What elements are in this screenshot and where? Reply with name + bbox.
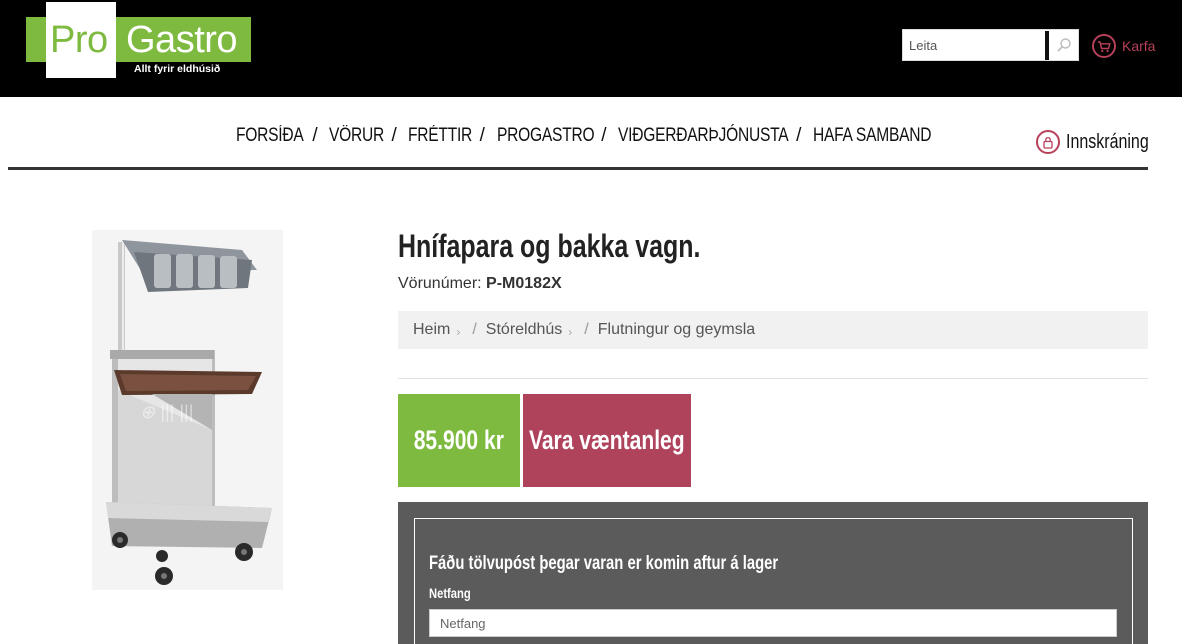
nav-separator: /	[312, 125, 318, 146]
nav-separator: /	[391, 125, 397, 146]
availability-button[interactable]: Vara væntanleg	[523, 394, 691, 487]
cart-link[interactable]: Karfa	[1092, 33, 1155, 59]
logo-gastro-text: Gastro	[126, 19, 238, 61]
nav-item-vorur[interactable]: VÖRUR	[329, 125, 384, 147]
svg-text:⊕ ||| |||: ⊕ ||| |||	[140, 402, 193, 422]
login-label: Innskráning	[1066, 130, 1149, 153]
product-image[interactable]: ⊕ ||| |||	[92, 230, 283, 590]
chevron-right-icon: ›	[456, 325, 461, 339]
logo-pro-text: Pro	[50, 19, 108, 61]
divider	[398, 378, 1148, 379]
site-header: Pro Gastro Allt fyrir eldhúsið Karfa	[0, 0, 1182, 97]
search-box	[902, 29, 1079, 61]
search-button[interactable]	[1049, 30, 1079, 60]
breadcrumb-separator: /	[584, 321, 589, 338]
breadcrumb-item-heim[interactable]: Heim	[413, 321, 450, 339]
nav-separator: /	[479, 125, 485, 146]
nav-item-progastro[interactable]: PROGASTRO	[497, 125, 595, 147]
chevron-right-icon: ›	[568, 325, 573, 339]
main-nav: FORSÍÐA / VÖRUR / FRÉTTIR / PROGASTRO / …	[8, 97, 1149, 170]
sku-value: P-M0182X	[486, 275, 562, 292]
price-badge: 85.900 kr	[398, 394, 520, 487]
search-icon	[1057, 38, 1071, 52]
product-sku: Vörunúmer: P-M0182X	[398, 275, 562, 293]
breadcrumb: Heim › / Stóreldhús › / Flutningur og ge…	[398, 311, 1148, 349]
nav-item-frettir[interactable]: FRÉTTIR	[408, 125, 472, 147]
email-label: Netfang	[429, 585, 471, 601]
breadcrumb-item-storeldhus[interactable]: Stóreldhús	[486, 321, 563, 339]
progastro-logo[interactable]: Pro Gastro Allt fyrir eldhúsið	[26, 2, 252, 78]
notify-heading: Fáðu tölvupóst þegar varan er komin aftu…	[429, 553, 779, 574]
trolley-image: ⊕ ||| |||	[92, 230, 283, 590]
cart-icon	[1092, 34, 1116, 58]
breadcrumb-separator: /	[472, 321, 477, 338]
price-text: 85.900 kr	[413, 425, 505, 455]
nav-separator: /	[601, 125, 607, 146]
restock-notify-panel: Fáðu tölvupóst þegar varan er komin aftu…	[398, 502, 1148, 644]
product-title: Hnífapara og bakka vagn.	[398, 228, 701, 264]
nav-menu: FORSÍÐA / VÖRUR / FRÉTTIR / PROGASTRO / …	[236, 125, 957, 147]
nav-item-forsida[interactable]: FORSÍÐA	[236, 125, 304, 147]
cart-label: Karfa	[1122, 38, 1156, 54]
login-link[interactable]: Innskráning	[1036, 130, 1169, 154]
availability-text: Vara væntanleg	[529, 425, 685, 455]
nav-item-vidgerdarthjonusta[interactable]: VIÐGERÐARÞJÓNUSTA	[618, 125, 789, 147]
search-input[interactable]	[903, 30, 1045, 60]
restock-notify-form: Fáðu tölvupóst þegar varan er komin aftu…	[414, 518, 1133, 644]
email-field[interactable]	[429, 609, 1117, 637]
sku-label: Vörunúmer:	[398, 275, 482, 292]
nav-separator: /	[796, 125, 802, 146]
logo-tagline: Allt fyrir eldhúsið	[134, 63, 221, 75]
breadcrumb-item-flutningur[interactable]: Flutningur og geymsla	[598, 321, 755, 339]
lock-icon	[1036, 130, 1060, 154]
nav-item-hafa-samband[interactable]: HAFA SAMBAND	[813, 125, 932, 147]
